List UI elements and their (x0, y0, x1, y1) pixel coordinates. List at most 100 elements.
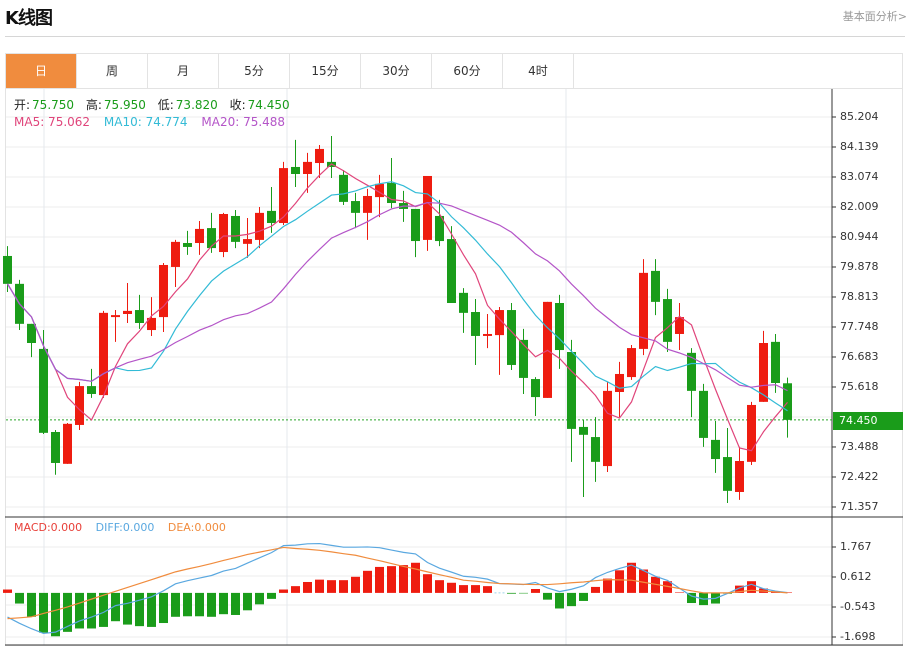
macd-bar-positive (471, 585, 480, 593)
close-value: 74.450 (247, 98, 290, 112)
candle-down (591, 437, 600, 462)
candle-down (507, 310, 516, 365)
macd-bar-positive (315, 579, 324, 593)
candle-up (603, 390, 612, 467)
macd-bar-positive (303, 581, 312, 593)
macd-bar-positive (615, 570, 624, 593)
price-tick-label: 71.357 (840, 500, 879, 513)
candle-down (39, 348, 48, 433)
candle-up (315, 148, 324, 164)
macd-bar-positive (387, 566, 396, 593)
candle-down (351, 201, 360, 213)
price-tick-label: 82.009 (840, 199, 879, 213)
candle-down (663, 299, 672, 342)
candle-up (255, 212, 264, 240)
candle-down (447, 239, 456, 304)
macd-tick-label: 1.767 (840, 540, 872, 553)
macd-bar-negative (567, 592, 576, 607)
ma-info: MA5: 75.062 MA10: 74.774 MA20: 75.488 (14, 115, 287, 129)
macd-bar-positive (291, 586, 300, 593)
price-tick-label: 72.422 (840, 470, 879, 483)
macd-bar-negative (519, 592, 528, 594)
macd-info: MACD:0.000 DIFF:0.000 DEA:0.000 (14, 521, 228, 534)
macd-bar-negative (219, 592, 228, 615)
macd-tick-label: -1.698 (840, 630, 876, 643)
candle-down (183, 243, 192, 247)
macd-bar-negative (51, 592, 60, 637)
candle-up (123, 310, 132, 314)
diff-value: DIFF:0.000 (95, 521, 155, 534)
macd-bar-positive (399, 565, 408, 593)
candle-down (231, 215, 240, 242)
candle-down (531, 379, 540, 398)
macd-bar-positive (591, 586, 600, 593)
candle-down (51, 431, 60, 463)
high-label: 高: (85, 98, 102, 112)
candle-up (279, 168, 288, 224)
candle-down (651, 270, 660, 302)
candle-down (519, 339, 528, 378)
macd-bar-negative (207, 592, 216, 617)
macd-bar-negative (99, 592, 108, 627)
macd-bar-positive (375, 566, 384, 593)
candle-down (3, 255, 12, 284)
candle-up (171, 241, 180, 267)
candle-down (135, 310, 144, 323)
price-tick-label: 79.878 (840, 260, 879, 273)
candle-down (711, 439, 720, 460)
open-label: 开: (14, 98, 31, 112)
candle-up (423, 175, 432, 240)
candle-down (411, 208, 420, 242)
macd-bar-negative (123, 592, 132, 625)
macd-bar-positive (363, 570, 372, 593)
macd-bar-negative (75, 592, 84, 629)
macd-bar-positive (411, 562, 420, 593)
candle-up (735, 461, 744, 492)
low-label: 低: (157, 98, 174, 112)
candle-down (207, 228, 216, 249)
macd-bar-negative (15, 592, 24, 604)
macd-tick-label: 0.612 (840, 570, 872, 583)
price-tick-label: 75.618 (840, 379, 879, 393)
price-tick-label: 76.683 (840, 349, 879, 363)
price-tick-label: 77.748 (840, 319, 879, 333)
macd-bar-negative (579, 592, 588, 601)
macd-bar-positive (459, 585, 468, 593)
candle-up (195, 228, 204, 244)
macd-bar-negative (195, 592, 204, 617)
macd-bar-positive (675, 592, 684, 593)
macd-bar-negative (255, 592, 264, 605)
macd-bar-negative (267, 592, 276, 599)
close-label: 收: (229, 98, 246, 112)
candle-up (63, 423, 72, 464)
candle-down (579, 426, 588, 435)
candle-down (459, 292, 468, 313)
open-value: 75.750 (32, 98, 75, 112)
candle-down (699, 390, 708, 438)
macd-bar-positive (447, 582, 456, 593)
candle-down (471, 312, 480, 336)
macd-bar-positive (3, 589, 12, 593)
macd-bar-negative (27, 592, 36, 617)
candle-down (267, 210, 276, 224)
ohlc-info: 开: 75.750 高: 75.950 低: 73.820 收: 74.450 (14, 96, 298, 113)
candle-up (363, 195, 372, 213)
macd-bar-positive (531, 589, 540, 593)
macd-bar-positive (603, 578, 612, 593)
macd-value: MACD:0.000 (14, 521, 83, 534)
candle-up (303, 161, 312, 175)
macd-bar-negative (555, 592, 564, 609)
candle-up (483, 333, 492, 336)
candle-up (747, 404, 756, 462)
macd-bar-negative (171, 592, 180, 617)
price-tick-label: 85.204 (840, 110, 879, 123)
price-tick-label: 83.074 (840, 169, 879, 183)
macd-bar-negative (159, 592, 168, 624)
macd-bar-positive (279, 589, 288, 593)
ma5-value: MA5: 75.062 (14, 115, 91, 129)
macd-bar-positive (351, 576, 360, 593)
price-tick-label: 78.813 (840, 290, 879, 303)
macd-bar-positive (423, 574, 432, 593)
candle-down (339, 174, 348, 202)
candle-down (291, 166, 300, 175)
